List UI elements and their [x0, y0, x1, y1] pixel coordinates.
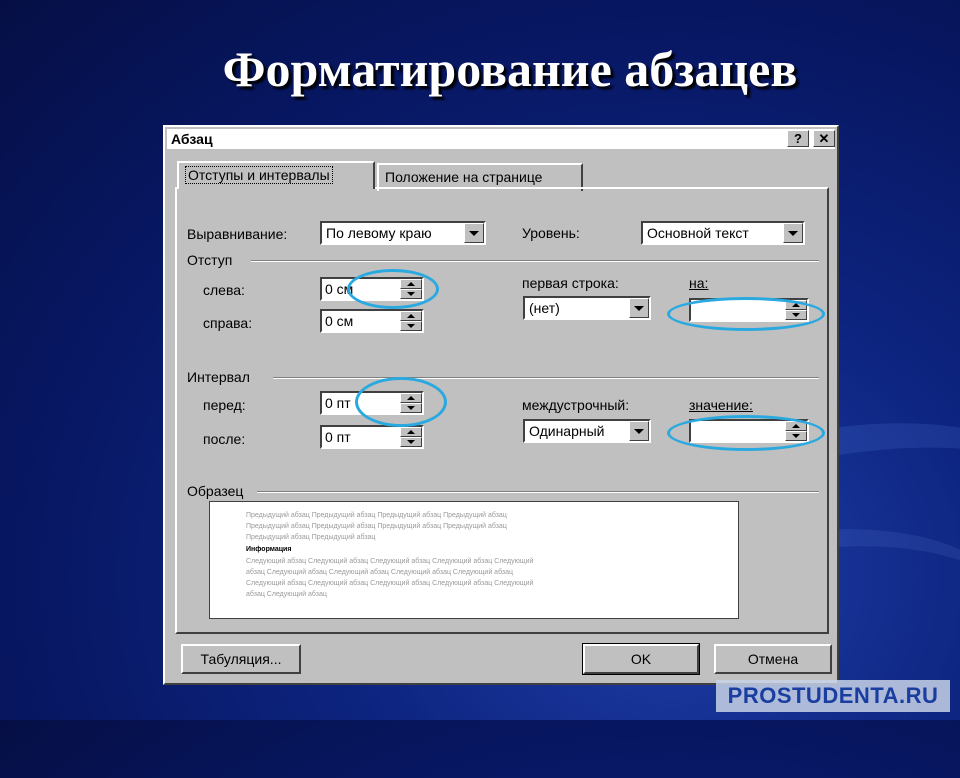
level-select[interactable]: Основной текст [641, 221, 805, 245]
indent-left-label: слева: [203, 282, 245, 298]
spacing-section-label: Интервал [187, 369, 250, 385]
highlight-ring [667, 415, 825, 451]
divider [257, 491, 819, 493]
sample-current-line: Информация [246, 546, 292, 553]
sample-next-line: Следующий абзац Следующий абзац Следующи… [246, 580, 534, 587]
alignment-value: По левому краю [326, 225, 432, 241]
sample-next-line: абзац Следующий абзац Следующий абзац Сл… [246, 569, 514, 576]
indent-right-value: 0 см [325, 313, 354, 329]
cancel-button[interactable]: Отмена [714, 644, 832, 674]
first-line-value: (нет) [529, 300, 560, 316]
dialog-title: Абзац [171, 131, 213, 147]
chevron-down-icon[interactable] [629, 421, 649, 441]
spin-down-icon[interactable] [400, 321, 422, 331]
chevron-down-icon[interactable] [464, 223, 484, 243]
chevron-down-icon[interactable] [629, 298, 649, 318]
spacing-before-label: перед: [203, 397, 246, 413]
alignment-select[interactable]: По левому краю [320, 221, 486, 245]
indent-section-label: Отступ [187, 252, 233, 268]
first-line-select[interactable]: (нет) [523, 296, 651, 320]
spin-down-icon[interactable] [400, 437, 422, 447]
level-value: Основной текст [647, 225, 749, 241]
tab-panel: Выравнивание: По левому краю Уровень: Ос… [175, 187, 829, 634]
divider [251, 260, 819, 262]
at-label: значение: [689, 397, 753, 413]
level-label: Уровень: [522, 225, 580, 241]
close-button[interactable]: ✕ [813, 130, 835, 147]
highlight-ring [347, 269, 439, 309]
tab-indents-spacing[interactable]: Отступы и интервалы [177, 161, 375, 189]
spacing-after-label: после: [203, 431, 246, 447]
slide-title: Форматирование абзацев [222, 41, 798, 97]
sample-prev-line: Предыдущий абзац Предыдущий абзац [246, 534, 376, 541]
tab-label: Отступы и интервалы [185, 166, 333, 184]
sample-next-line: Следующий абзац Следующий абзац Следующи… [246, 558, 534, 565]
spacing-after-spinner[interactable]: 0 пт [320, 425, 424, 449]
tab-label: Положение на странице [385, 169, 543, 185]
spacing-after-value: 0 пт [325, 429, 351, 445]
indent-right-spinner[interactable]: 0 см [320, 309, 424, 333]
line-spacing-label: междустрочный: [522, 397, 630, 413]
watermark-text: PROSTUDENTA.RU [727, 683, 939, 708]
sample-preview: Предыдущий абзац Предыдущий абзац Предыд… [209, 501, 739, 619]
spin-up-icon[interactable] [400, 311, 422, 321]
line-spacing-value: Одинарный [529, 423, 605, 439]
highlight-ring [667, 297, 825, 331]
spacing-before-value: 0 пт [325, 395, 351, 411]
spin-up-icon[interactable] [400, 427, 422, 437]
chevron-down-icon[interactable] [783, 223, 803, 243]
paragraph-dialog: Абзац ? ✕ Отступы и интервалы Положение … [163, 125, 839, 685]
ok-button[interactable]: OK [582, 643, 700, 675]
sample-next-line: абзац Следующий абзац [246, 591, 327, 598]
sample-section-label: Образец [187, 483, 244, 499]
indent-right-label: справа: [203, 315, 253, 331]
dialog-titlebar: Абзац ? ✕ [167, 129, 835, 149]
sample-prev-line: Предыдущий абзац Предыдущий абзац Предыд… [246, 523, 507, 530]
sample-prev-line: Предыдущий абзац Предыдущий абзац Предыд… [246, 512, 507, 519]
divider [273, 377, 819, 379]
line-spacing-select[interactable]: Одинарный [523, 419, 651, 443]
first-line-label: первая строка: [522, 275, 619, 291]
help-button[interactable]: ? [787, 130, 809, 147]
highlight-ring [355, 377, 447, 427]
alignment-label: Выравнивание: [187, 226, 288, 242]
by-label: на: [689, 275, 709, 291]
tabulation-button[interactable]: Табуляция... [181, 644, 301, 674]
watermark: PROSTUDENTA.RU [716, 680, 950, 712]
